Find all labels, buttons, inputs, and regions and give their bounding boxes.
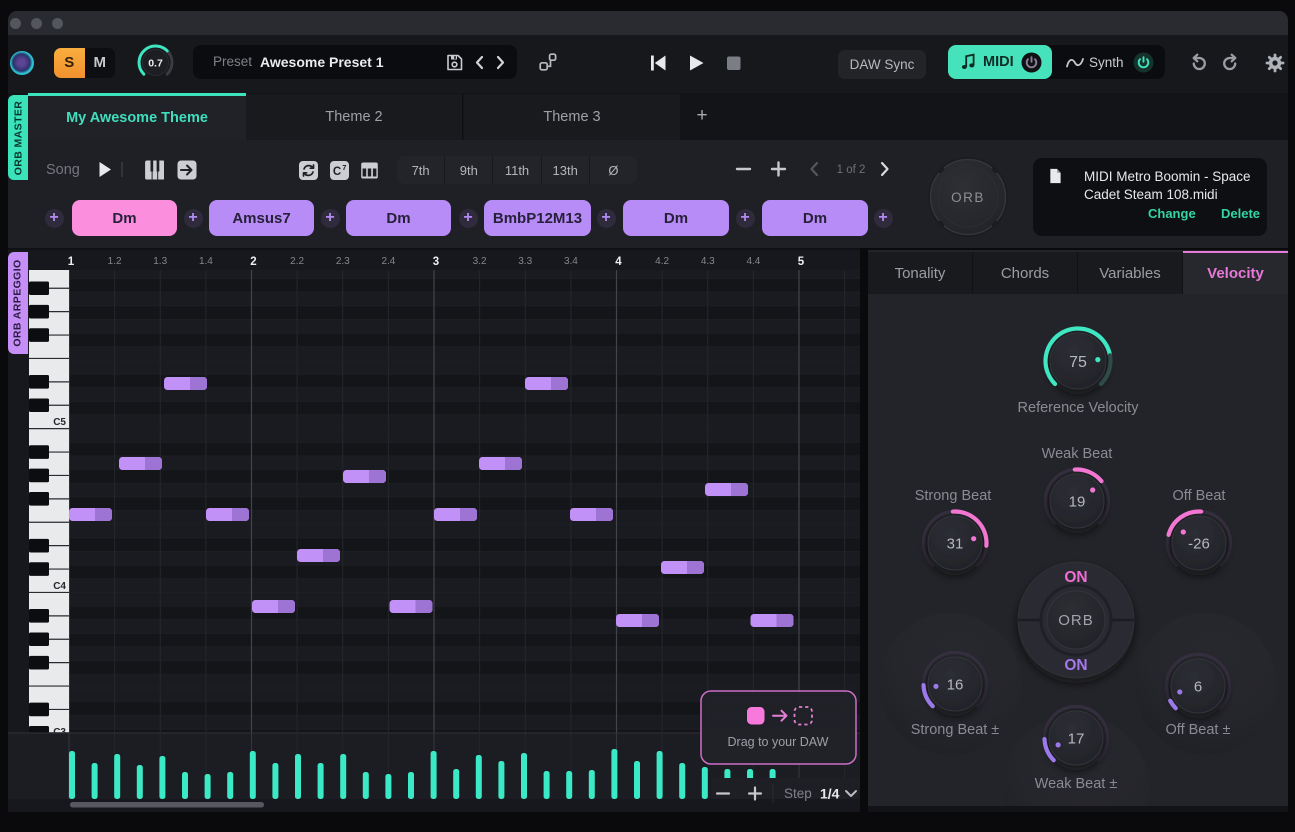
svg-text:1.2: 1.2 <box>108 256 122 267</box>
svg-text:Reference Velocity: Reference Velocity <box>1018 400 1140 416</box>
svg-text:ORB: ORB <box>951 190 985 205</box>
svg-text:C4: C4 <box>53 581 66 592</box>
svg-text:3: 3 <box>433 256 439 268</box>
svg-text:6: 6 <box>1194 678 1202 695</box>
svg-text:4.3: 4.3 <box>701 256 715 267</box>
svg-text:C: C <box>333 166 341 178</box>
svg-text:-26: -26 <box>1188 535 1210 552</box>
svg-text:3.2: 3.2 <box>473 256 487 267</box>
svg-text:7: 7 <box>342 163 346 172</box>
svg-text:ORB: ORB <box>1058 612 1094 629</box>
svg-text:3.3: 3.3 <box>518 256 532 267</box>
svg-text:2.3: 2.3 <box>336 256 350 267</box>
svg-text:0.7: 0.7 <box>148 58 163 70</box>
svg-text:1 of 2: 1 of 2 <box>837 164 866 176</box>
svg-text:Off Beat: Off Beat <box>1173 488 1226 504</box>
svg-text:3.4: 3.4 <box>564 256 578 267</box>
svg-text:Strong Beat: Strong Beat <box>915 488 992 504</box>
svg-text:17: 17 <box>1068 730 1085 747</box>
svg-text:31: 31 <box>947 535 964 552</box>
svg-text:19: 19 <box>1069 493 1086 510</box>
svg-text:75: 75 <box>1069 354 1087 371</box>
svg-text:2.4: 2.4 <box>381 256 395 267</box>
svg-text:ON: ON <box>1064 657 1087 674</box>
svg-text:C5: C5 <box>53 417 66 428</box>
svg-text:ON: ON <box>1064 569 1087 586</box>
svg-text:16: 16 <box>947 676 964 693</box>
svg-text:Strong Beat ±: Strong Beat ± <box>911 722 1000 738</box>
svg-text:5: 5 <box>798 256 805 268</box>
svg-text:Drag to your DAW: Drag to your DAW <box>728 735 829 749</box>
svg-text:Step: Step <box>784 786 812 801</box>
svg-text:Off Beat ±: Off Beat ± <box>1166 722 1231 738</box>
svg-text:Weak Beat: Weak Beat <box>1042 446 1113 462</box>
svg-text:4.4: 4.4 <box>746 256 760 267</box>
svg-text:Weak Beat ±: Weak Beat ± <box>1035 776 1118 792</box>
svg-text:1/4: 1/4 <box>820 786 840 802</box>
svg-text:1.4: 1.4 <box>199 256 213 267</box>
svg-text:1.3: 1.3 <box>153 256 167 267</box>
svg-text:2: 2 <box>250 256 256 268</box>
svg-text:4: 4 <box>615 256 622 268</box>
svg-text:1: 1 <box>68 256 75 268</box>
svg-text:2.2: 2.2 <box>290 256 304 267</box>
svg-text:4.2: 4.2 <box>655 256 669 267</box>
